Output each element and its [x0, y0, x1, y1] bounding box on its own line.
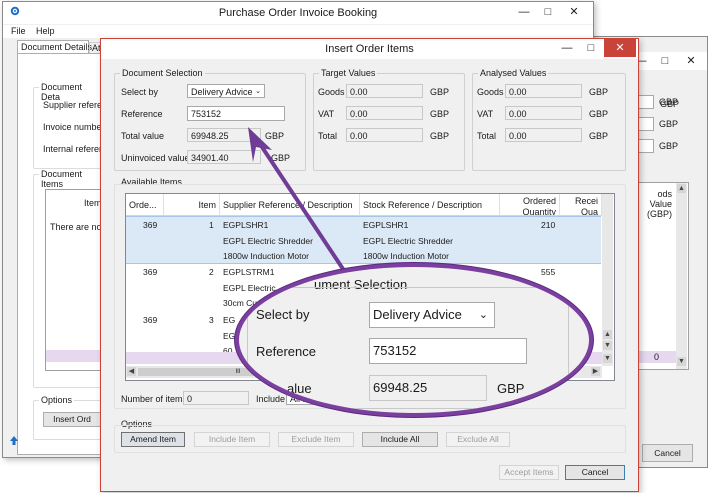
magnifier-currency: GBP	[497, 381, 525, 396]
magnifier-reference-label: Reference	[256, 344, 316, 359]
magnifier-reference-input[interactable]: 753152	[369, 338, 527, 364]
magnifier-select-by-dropdown[interactable]: Delivery Advice ⌄	[369, 302, 495, 328]
magnifier-lens: ument Selection Select by Delivery Advic…	[235, 263, 593, 417]
magnifier-select-by-value: Delivery Advice	[373, 307, 462, 322]
chevron-down-icon: ⌄	[478, 309, 488, 321]
magnifier-select-by-label: Select by	[256, 307, 310, 322]
magnifier-total-field: 69948.25	[369, 375, 487, 401]
magnifier-total-label: alue	[287, 381, 312, 396]
callout-arrow	[248, 127, 347, 274]
